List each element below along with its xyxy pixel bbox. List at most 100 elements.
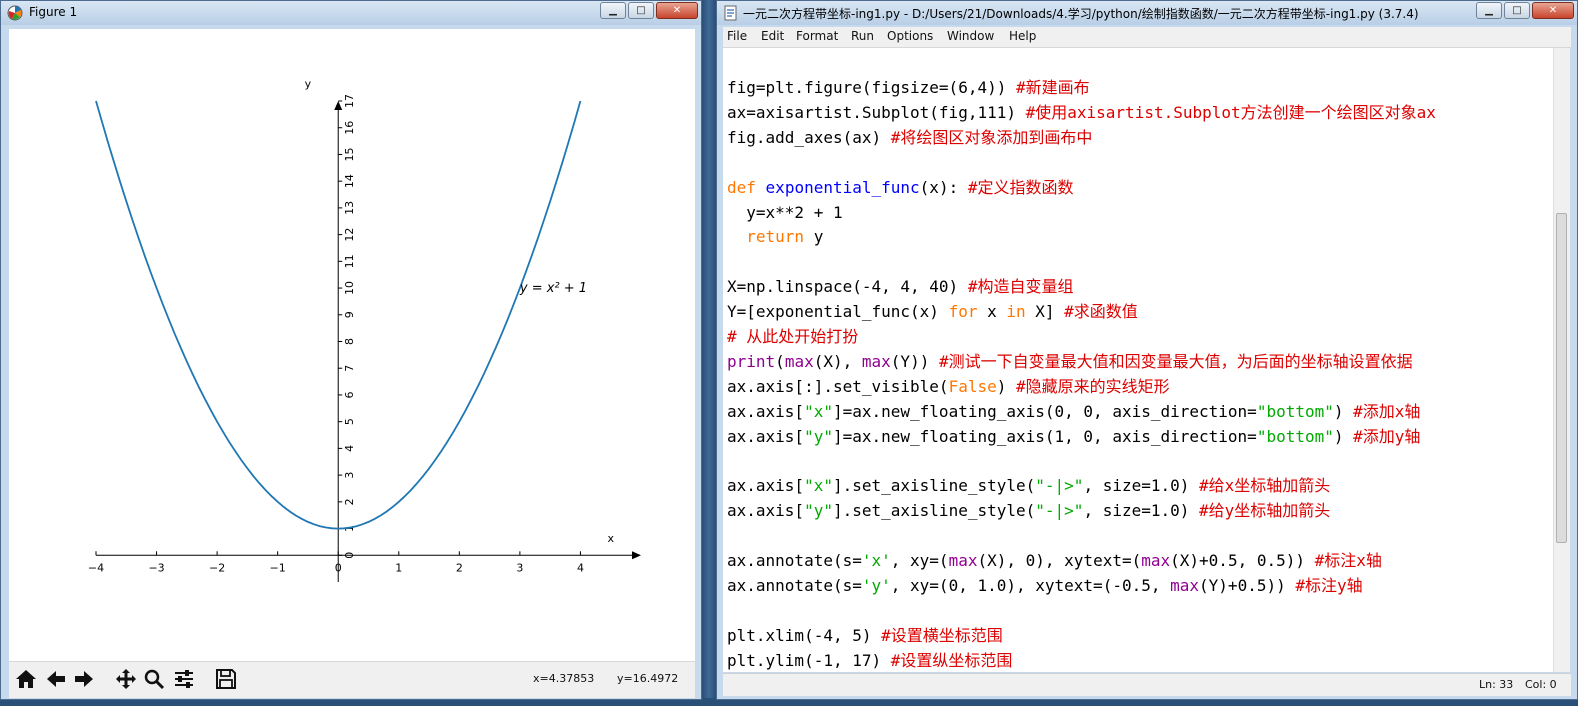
figure-maximize-button[interactable]: □ (628, 2, 654, 19)
code-comment: #构造自变量组 (967, 277, 1074, 297)
sliders-icon[interactable] (171, 666, 197, 692)
x-tick-label: 3 (516, 561, 523, 574)
menu-run[interactable]: Run (851, 29, 874, 43)
code-line[interactable]: def exponential_func(x): #定义指数函数 (727, 175, 1073, 200)
editor-scrollbar[interactable] (1553, 48, 1570, 672)
editor-maximize-button[interactable]: □ (1504, 2, 1530, 19)
code-token: 'x' (861, 551, 891, 571)
menu-options[interactable]: Options (887, 29, 933, 43)
figure-minimize-button[interactable]: ▁ (600, 2, 626, 19)
save-icon[interactable] (213, 666, 239, 692)
y-tick-label: 17 (343, 94, 356, 108)
arrow-right-icon[interactable] (71, 666, 97, 692)
code-token: ]=ax.new_floating_axis(1, 0, axis_direct… (832, 426, 1257, 446)
zoom-icon[interactable] (141, 666, 167, 692)
editor-titlebar[interactable]: 一元二次方程带坐标-ing1.py - D:/Users/21/Download… (717, 1, 1577, 25)
code-token: def (727, 177, 756, 197)
code-line[interactable]: ax.axis["x"]=ax.new_floating_axis(0, 0, … (727, 399, 1420, 424)
cursor-x-readout: x=4.37853 (533, 672, 595, 685)
code-token: "y" (804, 501, 833, 521)
code-line[interactable]: y=x**2 + 1 (727, 200, 843, 225)
code-token: "bottom" (1256, 401, 1334, 421)
code-comment: #给y坐标轴加箭头 (1199, 501, 1331, 521)
scrollbar-thumb[interactable] (1556, 213, 1567, 543)
menu-file[interactable]: File (727, 29, 747, 43)
code-line[interactable]: plt.xlim(-4, 5) #设置横坐标范围 (727, 623, 1003, 648)
code-token: ax.axis[:].set_visible( (727, 376, 949, 396)
code-editor[interactable]: fig=plt.figure(figsize=(6,4)) #新建画布 ax=ax… (723, 48, 1553, 672)
menu-window[interactable]: Window (947, 29, 994, 43)
figure-titlebar[interactable]: Figure 1 ▁ □ ✕ (1, 1, 701, 25)
code-token: "x" (804, 476, 833, 496)
menu-edit[interactable]: Edit (761, 29, 784, 43)
code-token: max (948, 551, 978, 571)
plot-canvas[interactable]: −4 −3 −2 −1 0 1 2 3 4 0 1 2 3 4 5 6 7 8 9 10 11 12 13 14 15 16 17 x… (9, 29, 695, 661)
curve-annotation: y = x² + 1 (519, 281, 587, 296)
code-line[interactable]: fig.add_axes(ax) #将绘图区对象添加到画布中 (727, 125, 1092, 150)
code-line[interactable]: ax=axisartist.Subplot(fig,111) #使用axisar… (727, 100, 1436, 125)
code-token: (X), 0), xytext=( (977, 551, 1142, 571)
navigation-toolbar: x=4.37853 y=16.4972 (9, 661, 695, 698)
code-line[interactable]: X=np.linspace(-4, 4, 40) #构造自变量组 (727, 274, 1073, 299)
code-token: ) (1333, 401, 1354, 421)
code-comment: #定义指数函数 (967, 177, 1074, 197)
move-icon[interactable] (113, 666, 139, 692)
code-token: , size=1.0) (1083, 501, 1200, 521)
figure-window[interactable]: Figure 1 ▁ □ ✕ −4 −3 −2 −1 0 1 2 3 4 0 1 2 3 4 5 6 7 8 9 10… (0, 0, 702, 700)
idle-editor-window[interactable]: 一元二次方程带坐标-ing1.py - D:/Users/21/Download… (716, 0, 1578, 700)
code-comment: #将绘图区对象添加到画布中 (890, 127, 1093, 147)
code-line[interactable]: print(max(X), max(Y)) #测试一下自变量最大值和因变量最大值… (727, 349, 1413, 374)
y-axis-arrow (334, 101, 343, 110)
x-axis-arrow (632, 551, 641, 560)
code-line[interactable]: plt.ylim(-1, 17) #设置纵坐标范围 (727, 648, 1012, 672)
editor-minimize-button[interactable]: ▁ (1476, 2, 1502, 19)
code-token: y=x**2 + 1 (727, 202, 843, 222)
code-line[interactable]: ax.axis["y"].set_axisline_style("-|>", s… (727, 498, 1330, 523)
code-token: (x): (919, 177, 968, 197)
code-comment: #设置纵坐标范围 (890, 650, 1013, 670)
code-line[interactable]: ax.axis["y"]=ax.new_floating_axis(1, 0, … (727, 424, 1420, 449)
code-token: ]=ax.new_floating_axis(0, 0, axis_direct… (832, 401, 1257, 421)
y-tick-label: 3 (343, 472, 356, 479)
menu-help[interactable]: Help (1009, 29, 1036, 43)
y-tick-label: 6 (343, 391, 356, 398)
editor-close-button[interactable]: ✕ (1532, 2, 1574, 19)
home-icon[interactable] (13, 666, 39, 692)
y-tick-label: 10 (343, 281, 356, 295)
code-line[interactable]: fig=plt.figure(figsize=(6,4)) #新建画布 (727, 75, 1090, 100)
code-token: ].set_axisline_style( (832, 476, 1036, 496)
code-line[interactable]: ax.annotate(s='x', xy=(max(X), 0), xytex… (727, 548, 1382, 573)
code-token: y (804, 227, 824, 247)
code-token: ax.axis[ (727, 501, 805, 521)
code-token: (X)+0.5, 0.5)) (1170, 551, 1315, 571)
code-token: for (948, 302, 978, 322)
column-number-status: Col: 0 (1525, 678, 1557, 691)
code-comment: #设置横坐标范围 (881, 625, 1003, 645)
code-token: "-|>" (1035, 501, 1084, 521)
code-comment: # 从此处开始打扮 (727, 327, 859, 346)
code-comment: #新建画布 (1015, 78, 1090, 97)
code-token: ].set_axisline_style( (832, 501, 1036, 521)
code-token: (X), (813, 351, 862, 371)
code-line[interactable]: ax.axis["x"].set_axisline_style("-|>", s… (727, 473, 1330, 498)
cursor-y-readout: y=16.4972 (617, 672, 679, 685)
code-token: in (1006, 302, 1026, 322)
code-token: ax.axis[ (727, 476, 805, 496)
code-line[interactable]: Y=[exponential_func(x) for x in X] #求函数值 (727, 299, 1138, 324)
code-token: (Y)+0.5)) (1199, 576, 1296, 595)
code-token: ( (775, 351, 785, 371)
code-line[interactable]: ax.axis[:].set_visible(False) #隐藏原来的实线矩形 (727, 374, 1170, 399)
menu-format[interactable]: Format (796, 29, 838, 43)
matplotlib-logo-icon (7, 5, 23, 21)
code-line[interactable]: # 从此处开始打扮 (727, 324, 858, 349)
code-token: plt.xlim(-4, 5) (727, 625, 882, 645)
code-token: max (861, 351, 891, 371)
code-token: ax=axisartist.Subplot(fig,111) (727, 102, 1026, 122)
code-line[interactable]: ax.annotate(s='y', xy=(0, 1.0), xytext=(… (727, 573, 1363, 598)
figure-close-button[interactable]: ✕ (656, 2, 698, 19)
code-token: max (784, 351, 814, 371)
arrow-left-icon[interactable] (43, 666, 69, 692)
code-line[interactable]: return y (727, 224, 823, 249)
x-axis-label: x (607, 532, 614, 545)
